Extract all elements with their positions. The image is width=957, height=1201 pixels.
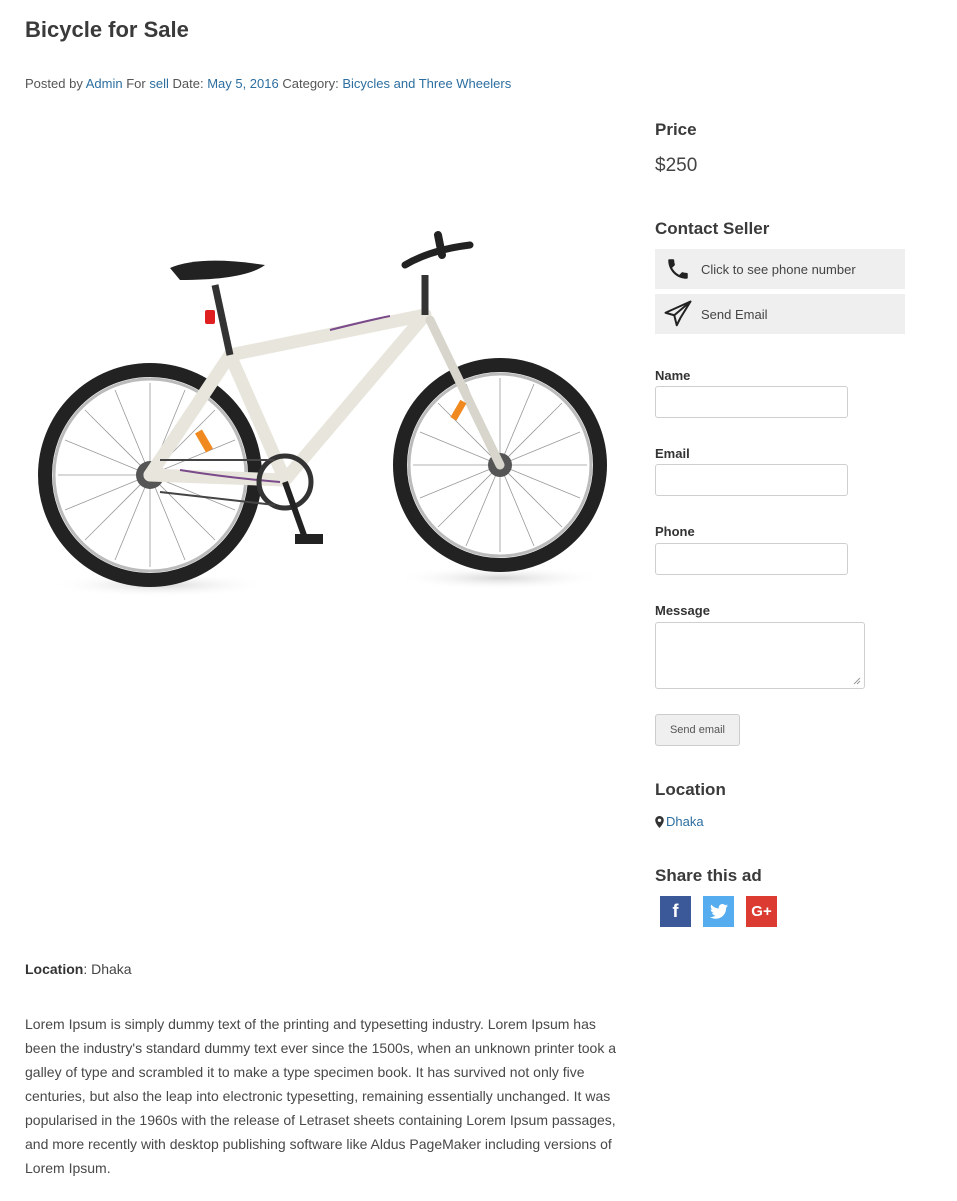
message-label: Message	[655, 603, 710, 618]
date-label: Date:	[172, 76, 204, 91]
location-value: Dhaka	[91, 961, 132, 977]
post-meta: Posted by Admin For sell Date: May 5, 20…	[25, 76, 511, 91]
send-email-toggle-button[interactable]: Send Email	[655, 294, 905, 334]
contact-seller-heading: Contact Seller	[655, 219, 770, 238]
twitter-icon[interactable]	[703, 896, 734, 927]
google-plus-icon[interactable]: G+	[746, 896, 777, 927]
location-heading: Location	[655, 780, 726, 799]
location-line: Location: Dhaka	[25, 961, 132, 977]
map-marker-icon	[655, 815, 664, 828]
category-label: Category:	[282, 76, 339, 91]
share-heading: Share this ad	[655, 866, 762, 885]
facebook-icon[interactable]: f	[660, 896, 691, 927]
phone-label: Phone	[655, 524, 695, 539]
send-email-button[interactable]: Send email	[655, 714, 740, 746]
location-link[interactable]: Dhaka	[666, 814, 704, 829]
phone-icon	[661, 252, 695, 286]
price-value: $250	[655, 155, 698, 176]
resize-grip-icon[interactable]	[853, 677, 861, 685]
page-title: Bicycle for Sale	[25, 17, 189, 42]
send-email-toggle-label: Send Email	[701, 306, 768, 322]
show-phone-button[interactable]: Click to see phone number	[655, 249, 905, 289]
phone-input[interactable]	[655, 543, 848, 575]
author-link[interactable]: Admin	[86, 76, 123, 91]
email-input[interactable]	[655, 464, 848, 496]
posted-by-label: Posted by	[25, 76, 83, 91]
description: Lorem Ipsum is simply dummy text of the …	[25, 1016, 617, 1176]
price-heading: Price	[655, 120, 697, 139]
for-label: For	[126, 76, 146, 91]
name-input[interactable]	[655, 386, 848, 418]
paper-plane-icon	[661, 297, 695, 331]
location-row: Dhaka	[655, 814, 704, 829]
category-link[interactable]: Bicycles and Three Wheelers	[342, 76, 511, 91]
show-phone-label: Click to see phone number	[701, 261, 856, 277]
name-label: Name	[655, 368, 691, 383]
product-image	[38, 231, 607, 597]
message-textarea[interactable]	[655, 622, 865, 689]
for-link[interactable]: sell	[149, 76, 169, 91]
date-link[interactable]: May 5, 2016	[207, 76, 279, 91]
email-label: Email	[655, 446, 690, 461]
location-label: Location	[25, 961, 84, 977]
